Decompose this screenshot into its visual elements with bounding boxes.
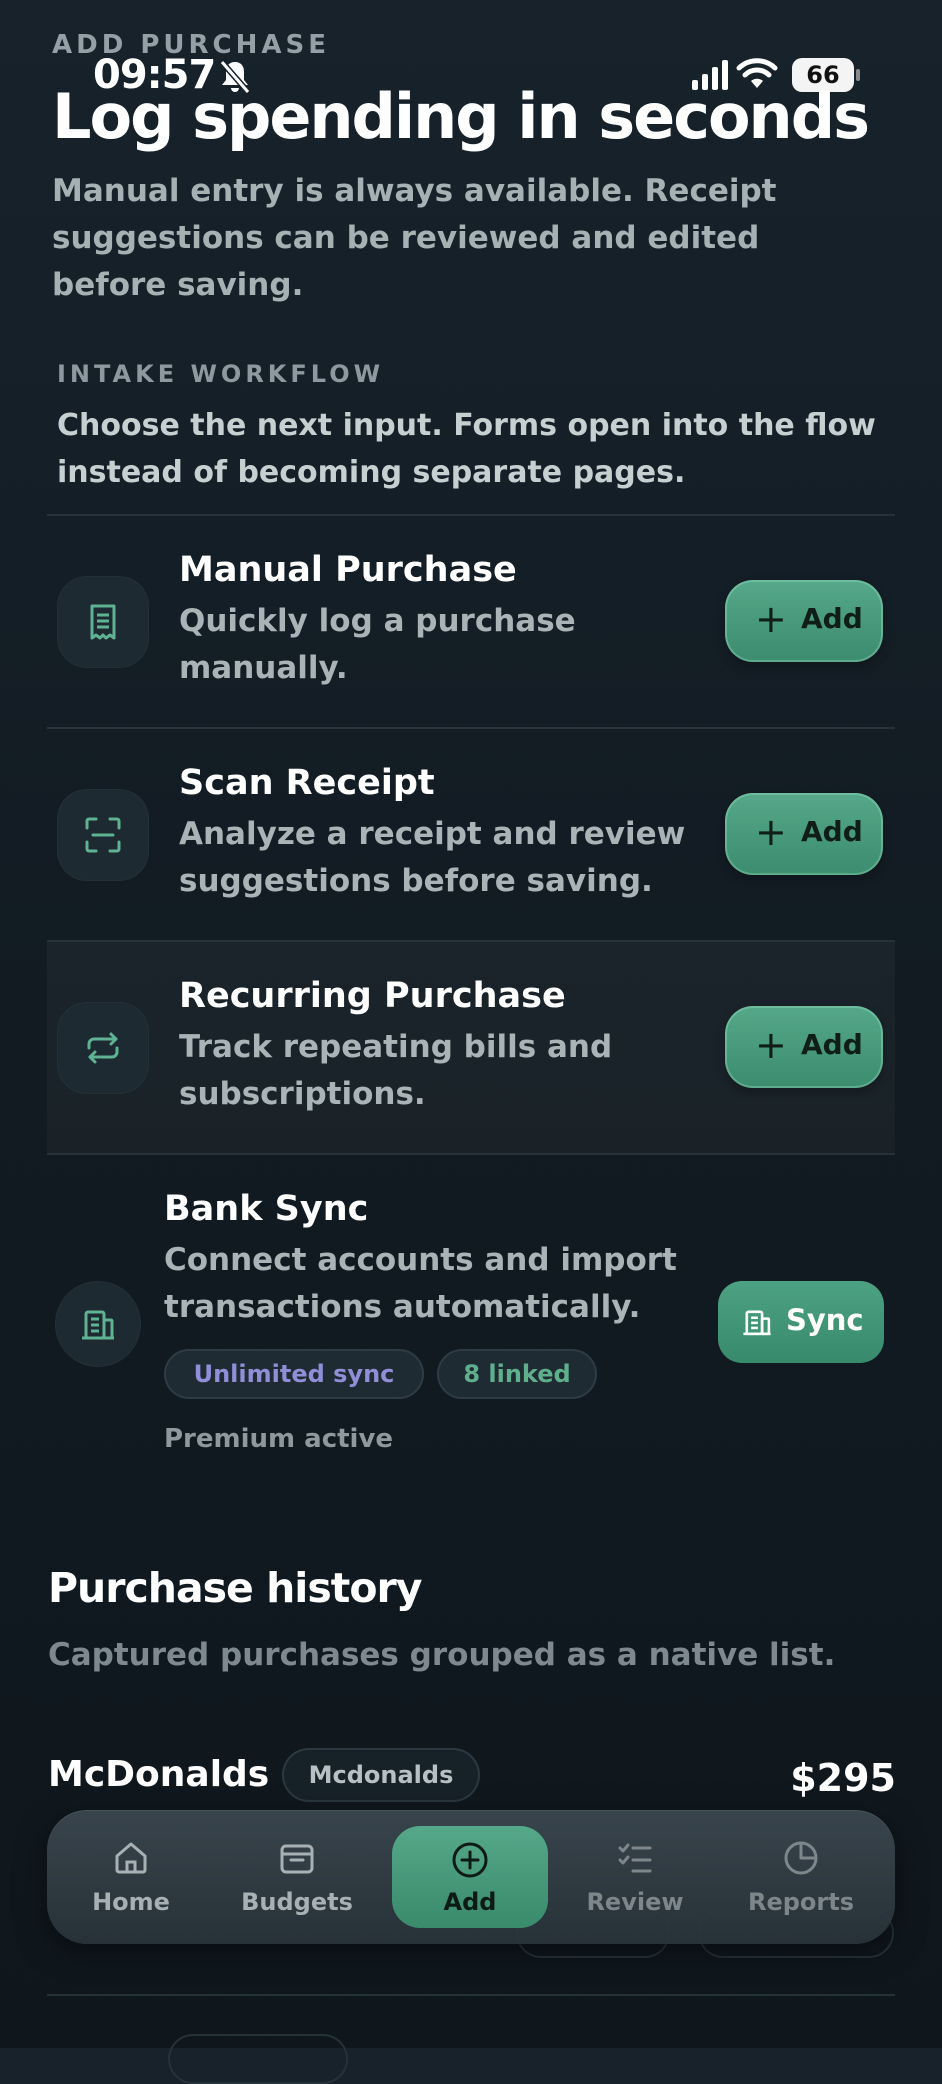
plus-icon: + <box>755 1023 787 1067</box>
icon-tile <box>55 1281 141 1367</box>
icon-tile <box>57 576 149 668</box>
history-subtitle: Captured purchases grouped as a native l… <box>48 1637 836 1673</box>
linked-count-badge: 8 linked <box>437 1349 597 1399</box>
section-description: Choose the next input. Forms open into t… <box>57 408 876 490</box>
item-title: Scan Receipt <box>179 763 435 803</box>
nav-add[interactable]: Add <box>392 1826 548 1928</box>
history-item-amount: $295 <box>790 1756 896 1800</box>
item-description: Quickly log a purchase manually. <box>179 603 576 686</box>
nav-label: Budgets <box>241 1888 353 1916</box>
bottom-nav: Home Budgets Add Review Reports <box>47 1810 895 1944</box>
history-item-merchant[interactable]: McDonalds <box>48 1754 269 1795</box>
workflow-item-recurring-purchase[interactable]: Recurring Purchase Track repeating bills… <box>47 942 895 1153</box>
history-title: Purchase history <box>48 1564 422 1612</box>
scan-icon <box>85 817 121 853</box>
button-label: Sync <box>786 1303 864 1337</box>
bank-icon <box>743 1310 771 1336</box>
checklist-icon <box>618 1843 652 1873</box>
workflow-item-scan-receipt[interactable]: Scan Receipt Analyze a receipt and revie… <box>47 729 895 940</box>
nav-label: Reports <box>747 1888 855 1916</box>
item-description: Track repeating bills and subscriptions. <box>179 1029 613 1112</box>
nav-review[interactable]: Review <box>557 1810 713 1944</box>
repeat-icon <box>87 1032 119 1064</box>
unlimited-sync-badge: Unlimited sync <box>164 1349 424 1399</box>
nav-reports[interactable]: Reports <box>723 1810 879 1944</box>
item-description: Analyze a receipt and review suggestions… <box>179 816 686 899</box>
wallet-icon <box>280 1844 314 1874</box>
plus-circle-icon <box>452 1842 488 1878</box>
home-icon <box>115 1842 147 1874</box>
add-manual-purchase-button[interactable]: + Add <box>725 580 883 662</box>
workflow-item-bank-sync[interactable]: Bank Sync Connect accounts and import tr… <box>47 1155 895 1455</box>
workflow-item-manual-purchase[interactable]: Manual Purchase Quickly log a purchase m… <box>47 516 895 727</box>
sync-button[interactable]: Sync <box>718 1281 884 1363</box>
add-scan-receipt-button[interactable]: + Add <box>725 793 883 875</box>
item-title: Recurring Purchase <box>179 976 566 1016</box>
pie-chart-icon <box>784 1841 818 1875</box>
nav-label: Home <box>92 1888 170 1916</box>
item-title: Bank Sync <box>164 1189 369 1229</box>
nav-home[interactable]: Home <box>53 1810 209 1944</box>
bank-icon <box>82 1310 114 1340</box>
section-eyebrow: INTAKE WORKFLOW <box>57 360 385 388</box>
button-label: Add <box>801 602 863 635</box>
icon-tile <box>57 1002 149 1094</box>
divider <box>47 1994 895 1996</box>
nav-label: Review <box>586 1888 684 1916</box>
nav-label: Add <box>443 1888 497 1916</box>
plus-icon: + <box>755 810 787 854</box>
page-subtitle: Manual entry is always available. Receip… <box>52 173 777 303</box>
history-item-tag: Mcdonalds <box>282 1748 480 1802</box>
icon-tile <box>57 789 149 881</box>
plus-icon: + <box>755 597 787 641</box>
premium-status: Premium active <box>164 1424 394 1454</box>
item-title: Manual Purchase <box>179 550 517 590</box>
nav-budgets[interactable]: Budgets <box>219 1810 375 1944</box>
button-label: Add <box>801 815 863 848</box>
add-recurring-purchase-button[interactable]: + Add <box>725 1006 883 1088</box>
page-title: Log spending in seconds <box>52 80 870 153</box>
item-description: Connect accounts and import transactions… <box>164 1242 677 1325</box>
history-item-pill <box>168 2034 348 2084</box>
receipt-icon <box>90 604 116 640</box>
button-label: Add <box>801 1028 863 1061</box>
